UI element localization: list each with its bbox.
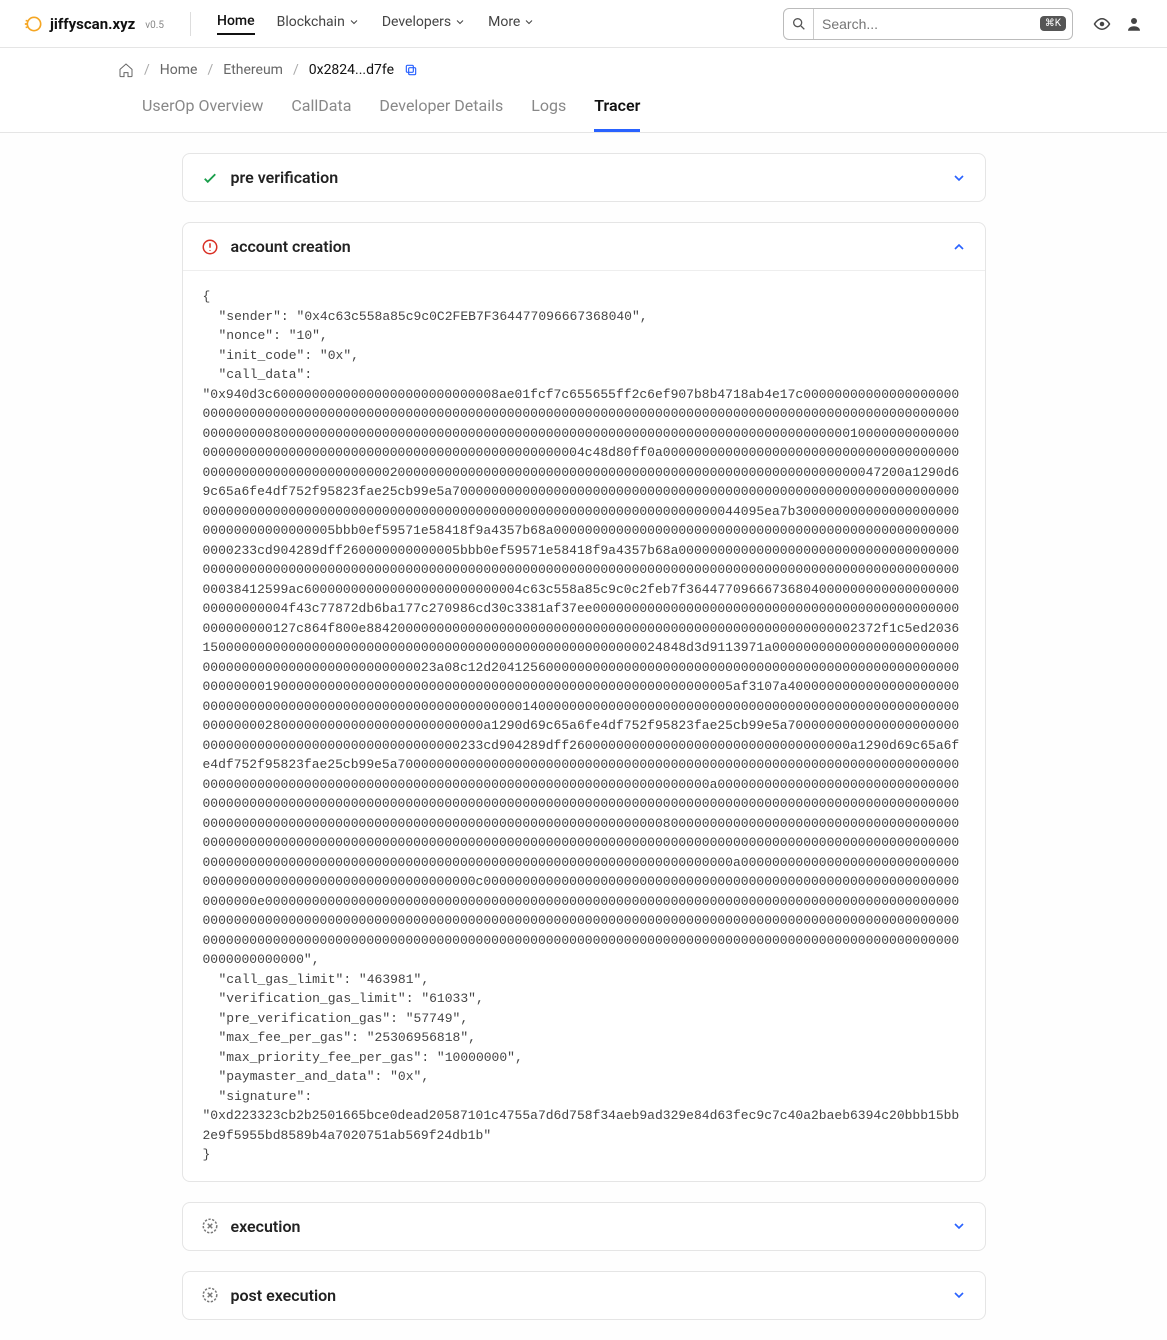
logo-icon bbox=[24, 14, 44, 34]
panel-header[interactable]: pre verification bbox=[183, 154, 985, 201]
tab-devdetails[interactable]: Developer Details bbox=[379, 96, 503, 132]
json-field-sender: "sender": "0x4c63c558a85c9c0C2FEB7F36447… bbox=[203, 307, 965, 327]
crumb-sep: / bbox=[293, 62, 299, 78]
detail-tabs: UserOp Overview CallData Developer Detai… bbox=[0, 88, 1167, 133]
panel-header[interactable]: post execution bbox=[183, 1272, 985, 1319]
json-field-pre-verification-gas: "pre_verification_gas": "57749", bbox=[203, 1009, 965, 1029]
json-field-call-data-label: "call_data": bbox=[203, 365, 965, 385]
json-field-paymaster: "paymaster_and_data": "0x", bbox=[203, 1067, 965, 1087]
main-nav: Home Blockchain Developers More bbox=[217, 13, 535, 35]
panel-account-creation: account creation { "sender": "0x4c63c558… bbox=[182, 222, 986, 1182]
tracer-content: pre verification account creation { "sen… bbox=[0, 133, 1167, 1340]
search-icon bbox=[791, 16, 807, 32]
nav-label: More bbox=[488, 14, 520, 30]
panel-title: pre verification bbox=[231, 168, 939, 187]
breadcrumb: / Home / Ethereum / 0x2824...d7fe bbox=[0, 48, 1167, 88]
json-field-verification-gas-limit: "verification_gas_limit": "61033", bbox=[203, 989, 965, 1009]
chevron-up-icon bbox=[951, 239, 967, 255]
crumb-sep: / bbox=[144, 62, 150, 78]
chevron-down-icon bbox=[454, 16, 466, 28]
tab-calldata[interactable]: CallData bbox=[291, 96, 351, 132]
divider bbox=[190, 12, 191, 36]
panel-title: execution bbox=[231, 1217, 939, 1236]
brand-logo[interactable]: jiffyscan.xyz v0.5 bbox=[24, 14, 164, 34]
user-icon[interactable] bbox=[1125, 15, 1143, 33]
crumb-home[interactable]: Home bbox=[160, 62, 198, 78]
json-field-call-data-value: "0x940d3c60000000000000000000000000008ae… bbox=[203, 385, 965, 970]
json-field-max-fee-per-gas: "max_fee_per_gas": "25306956818", bbox=[203, 1028, 965, 1048]
json-field-call-gas-limit: "call_gas_limit": "463981", bbox=[203, 970, 965, 990]
brand-name: jiffyscan.xyz bbox=[50, 15, 135, 33]
json-brace: { bbox=[203, 287, 965, 307]
crumb-sep: / bbox=[207, 62, 213, 78]
home-icon[interactable] bbox=[118, 62, 134, 78]
check-icon bbox=[201, 169, 219, 187]
panel-post-execution: post execution bbox=[182, 1271, 986, 1320]
json-brace: } bbox=[203, 1145, 965, 1165]
chevron-down-icon bbox=[523, 16, 535, 28]
crumb-current: 0x2824...d7fe bbox=[309, 62, 394, 78]
nav-label: Blockchain bbox=[277, 14, 345, 30]
nav-more[interactable]: More bbox=[488, 14, 535, 34]
chevron-down-icon bbox=[348, 16, 360, 28]
search-shortcut: ⌘K bbox=[1040, 16, 1066, 31]
json-field-init-code: "init_code": "0x", bbox=[203, 346, 965, 366]
panel-pre-verification: pre verification bbox=[182, 153, 986, 202]
error-icon bbox=[201, 238, 219, 256]
chevron-down-icon bbox=[951, 170, 967, 186]
panel-title: post execution bbox=[231, 1286, 939, 1305]
chevron-down-icon bbox=[951, 1287, 967, 1303]
search-box[interactable]: ⌘K bbox=[783, 8, 1073, 40]
panel-body: { "sender": "0x4c63c558a85c9c0C2FEB7F364… bbox=[183, 270, 985, 1181]
nav-label: Developers bbox=[382, 14, 451, 30]
nav-blockchain[interactable]: Blockchain bbox=[277, 14, 360, 34]
crumb-chain[interactable]: Ethereum bbox=[223, 62, 283, 78]
nav-developers[interactable]: Developers bbox=[382, 14, 466, 34]
tab-logs[interactable]: Logs bbox=[531, 96, 566, 132]
circle-x-icon bbox=[201, 1217, 219, 1235]
panel-execution: execution bbox=[182, 1202, 986, 1251]
json-field-signature-label: "signature": bbox=[203, 1087, 965, 1107]
nav-home[interactable]: Home bbox=[217, 13, 255, 35]
tab-tracer[interactable]: Tracer bbox=[594, 96, 640, 132]
visibility-icon[interactable] bbox=[1093, 15, 1111, 33]
json-field-max-priority-fee: "max_priority_fee_per_gas": "10000000", bbox=[203, 1048, 965, 1068]
top-header: jiffyscan.xyz v0.5 Home Blockchain Devel… bbox=[0, 0, 1167, 48]
json-field-signature-value: "0xd223323cb2b2501665bce0dead20587101c47… bbox=[203, 1106, 965, 1145]
brand-version: v0.5 bbox=[145, 20, 164, 31]
copy-icon[interactable] bbox=[404, 63, 418, 77]
tab-overview[interactable]: UserOp Overview bbox=[142, 96, 263, 132]
search-icon-box[interactable] bbox=[784, 9, 814, 39]
search-input[interactable] bbox=[814, 16, 1040, 32]
json-field-nonce: "nonce": "10", bbox=[203, 326, 965, 346]
panel-title: account creation bbox=[231, 237, 939, 256]
panel-header[interactable]: execution bbox=[183, 1203, 985, 1250]
panel-header[interactable]: account creation bbox=[183, 223, 985, 270]
circle-x-icon bbox=[201, 1286, 219, 1304]
chevron-down-icon bbox=[951, 1218, 967, 1234]
